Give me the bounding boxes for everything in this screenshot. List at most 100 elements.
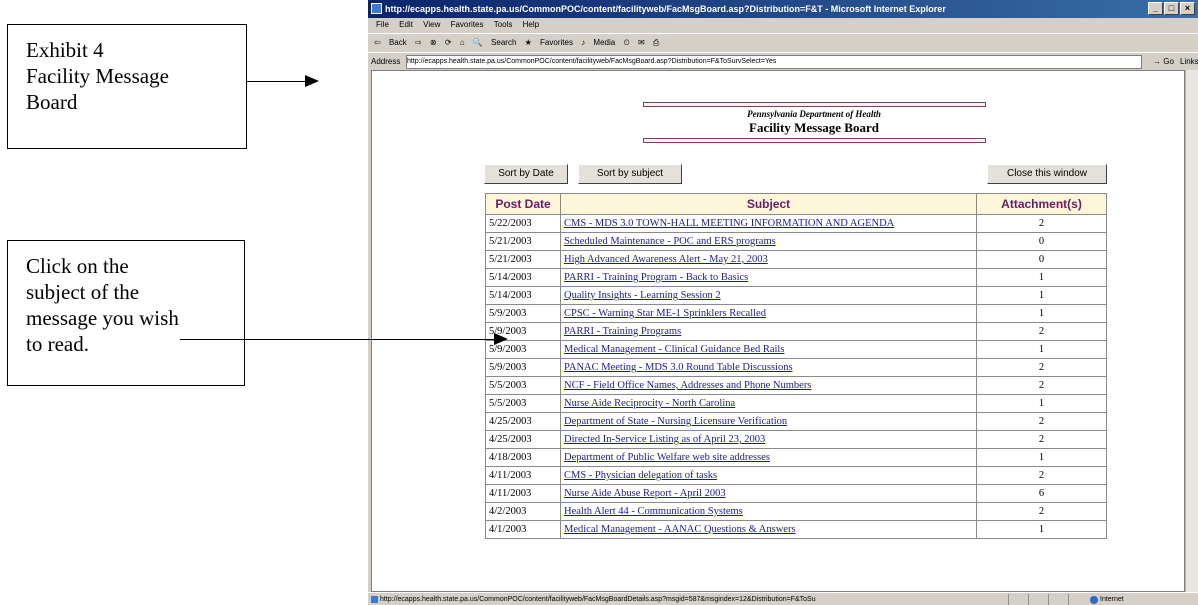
table-row: 5/9/2003 PARRI - Training Programs 2: [485, 322, 1107, 341]
subject-link[interactable]: Nurse Aide Reciprocity - North Carolina: [564, 398, 735, 409]
attachment-count-cell: 1: [976, 448, 1107, 467]
post-date-cell: 5/14/2003: [485, 286, 561, 305]
attachment-count-cell: 2: [976, 466, 1107, 485]
message-table: Post Date Subject Attachment(s) 5/22/200…: [485, 193, 1107, 539]
subject-cell: CMS - MDS 3.0 TOWN-HALL MEETING INFORMAT…: [560, 214, 977, 233]
ie-icon: [371, 3, 382, 14]
stop-icon[interactable]: ⊗: [430, 38, 437, 47]
subject-link[interactable]: Medical Management - AANAC Questions & A…: [564, 524, 796, 535]
sort-by-date-button[interactable]: Sort by Date: [484, 164, 568, 184]
address-label: Address: [371, 57, 401, 66]
forward-icon[interactable]: ⇨: [415, 38, 422, 47]
header-post-date[interactable]: Post Date: [485, 193, 561, 215]
subject-link[interactable]: CMS - MDS 3.0 TOWN-HALL MEETING INFORMAT…: [564, 218, 894, 229]
search-label: Search: [491, 38, 517, 47]
attachment-count-cell: 2: [976, 412, 1107, 431]
close-this-window-button[interactable]: Close this window: [987, 164, 1107, 184]
subject-link[interactable]: CPSC - Warning Star ME-1 Sprinklers Reca…: [564, 308, 766, 319]
favorites-button[interactable]: ★ Favorites: [525, 38, 573, 47]
subject-link[interactable]: Department of State - Nursing Licensure …: [564, 416, 787, 427]
attachment-count-cell: 2: [976, 376, 1107, 395]
post-date-cell: 4/25/2003: [485, 430, 561, 449]
internet-zone-icon: [1090, 596, 1098, 604]
subject-link[interactable]: Directed In-Service Listing as of April …: [564, 434, 765, 445]
refresh-icon[interactable]: ⟳: [445, 38, 452, 47]
attachment-count-cell: 1: [976, 340, 1107, 359]
instruction-callout: Click on the subject of the message you …: [7, 240, 245, 386]
subject-cell: Directed In-Service Listing as of April …: [560, 430, 977, 449]
subject-link[interactable]: PARRI - Training Programs: [564, 326, 681, 337]
menu-view[interactable]: View: [423, 20, 440, 29]
sort-by-subject-button[interactable]: Sort by subject: [578, 164, 682, 184]
table-row: 4/18/2003 Department of Public Welfare we…: [485, 448, 1107, 467]
menu-bar: File Edit View Favorites Tools Help: [368, 18, 1198, 32]
post-date-cell: 4/1/2003: [485, 520, 561, 539]
search-button[interactable]: 🔍 Search: [473, 38, 517, 47]
table-row: 4/11/2003 CMS - Physician delegation of t…: [485, 466, 1107, 485]
table-row: 5/9/2003 Medical Management - Clinical Gu…: [485, 340, 1107, 359]
subject-cell: Department of Public Welfare web site ad…: [560, 448, 977, 467]
attachment-count-cell: 1: [976, 286, 1107, 305]
attachment-count-cell: 1: [976, 304, 1107, 323]
minimize-button[interactable]: _: [1148, 2, 1163, 15]
favorites-label: Favorites: [540, 38, 573, 47]
menu-help[interactable]: Help: [523, 20, 539, 29]
header-attachments: Attachment(s): [976, 193, 1107, 215]
print-icon[interactable]: ⎙: [653, 38, 659, 47]
go-button[interactable]: → Go: [1153, 53, 1174, 70]
status-divider: [1008, 594, 1009, 605]
post-date-cell: 5/5/2003: [485, 376, 561, 395]
callout-line: Exhibit 4: [26, 38, 104, 62]
subject-cell: PARRI - Training Programs: [560, 322, 977, 341]
subject-link[interactable]: Health Alert 44 - Communication Systems: [564, 506, 743, 517]
vertical-scrollbar[interactable]: [1185, 70, 1198, 592]
subject-link[interactable]: Scheduled Maintenance - POC and ERS prog…: [564, 236, 776, 247]
menu-file[interactable]: File: [376, 20, 389, 29]
subject-link[interactable]: PARRI - Training Program - Back to Basic…: [564, 272, 748, 283]
subject-link[interactable]: Quality Insights - Learning Session 2: [564, 290, 721, 301]
subject-link[interactable]: PANAC Meeting - MDS 3.0 Round Table Disc…: [564, 362, 793, 373]
subject-cell: High Advanced Awareness Alert - May 21, …: [560, 250, 977, 269]
menu-edit[interactable]: Edit: [399, 20, 413, 29]
post-date-cell: 5/21/2003: [485, 250, 561, 269]
post-date-cell: 5/5/2003: [485, 394, 561, 413]
subject-link[interactable]: CMS - Physician delegation of tasks: [564, 470, 717, 481]
table-row: 5/5/2003 NCF - Field Office Names, Addres…: [485, 376, 1107, 395]
table-row: 4/2/2003 Health Alert 44 - Communication …: [485, 502, 1107, 521]
go-label: Go: [1163, 57, 1174, 66]
media-button[interactable]: ♪ Media: [581, 38, 615, 47]
close-window-button[interactable]: ×: [1180, 2, 1195, 15]
subject-link[interactable]: NCF - Field Office Names, Addresses and …: [564, 380, 811, 391]
history-icon[interactable]: ⏲: [623, 38, 629, 47]
subject-cell: Scheduled Maintenance - POC and ERS prog…: [560, 232, 977, 251]
attachment-count-cell: 0: [976, 250, 1107, 269]
table-row: 4/25/2003 Department of State - Nursing L…: [485, 412, 1107, 431]
subject-cell: PARRI - Training Program - Back to Basic…: [560, 268, 977, 287]
callout-line: subject of the: [26, 280, 140, 304]
status-divider: [1028, 594, 1029, 605]
subject-cell: CPSC - Warning Star ME-1 Sprinklers Reca…: [560, 304, 977, 323]
title-bar: http://ecapps.health.state.pa.us/CommonP…: [368, 0, 1198, 18]
header-subject[interactable]: Subject: [560, 193, 977, 215]
menu-tools[interactable]: Tools: [494, 20, 513, 29]
home-icon[interactable]: ⌂: [460, 38, 465, 47]
status-url: http://ecapps.health.state.pa.us/CommonP…: [380, 596, 816, 603]
attachment-count-cell: 2: [976, 358, 1107, 377]
maximize-button[interactable]: □: [1164, 2, 1179, 15]
links-button[interactable]: Links: [1180, 53, 1198, 70]
back-button[interactable]: ⇦ Back: [374, 38, 407, 47]
mail-icon[interactable]: ✉: [638, 38, 645, 47]
subject-cell: Medical Management - AANAC Questions & A…: [560, 520, 977, 539]
table-row: 4/11/2003 Nurse Aide Abuse Report - April…: [485, 484, 1107, 503]
table-row: 5/21/2003 High Advanced Awareness Alert -…: [485, 250, 1107, 269]
address-input[interactable]: http://ecapps.health.state.pa.us/CommonP…: [406, 55, 1142, 69]
subject-link[interactable]: Medical Management - Clinical Guidance B…: [564, 344, 784, 355]
subject-link[interactable]: Nurse Aide Abuse Report - April 2003: [564, 488, 726, 499]
subject-link[interactable]: Department of Public Welfare web site ad…: [564, 452, 770, 463]
subject-link[interactable]: High Advanced Awareness Alert - May 21, …: [564, 254, 768, 265]
exhibit-arrow-line: [247, 81, 307, 82]
menu-favorites[interactable]: Favorites: [451, 20, 484, 29]
header-decor-bottom: [643, 138, 986, 143]
window-title: http://ecapps.health.state.pa.us/CommonP…: [385, 4, 946, 14]
status-divider: [1048, 594, 1049, 605]
